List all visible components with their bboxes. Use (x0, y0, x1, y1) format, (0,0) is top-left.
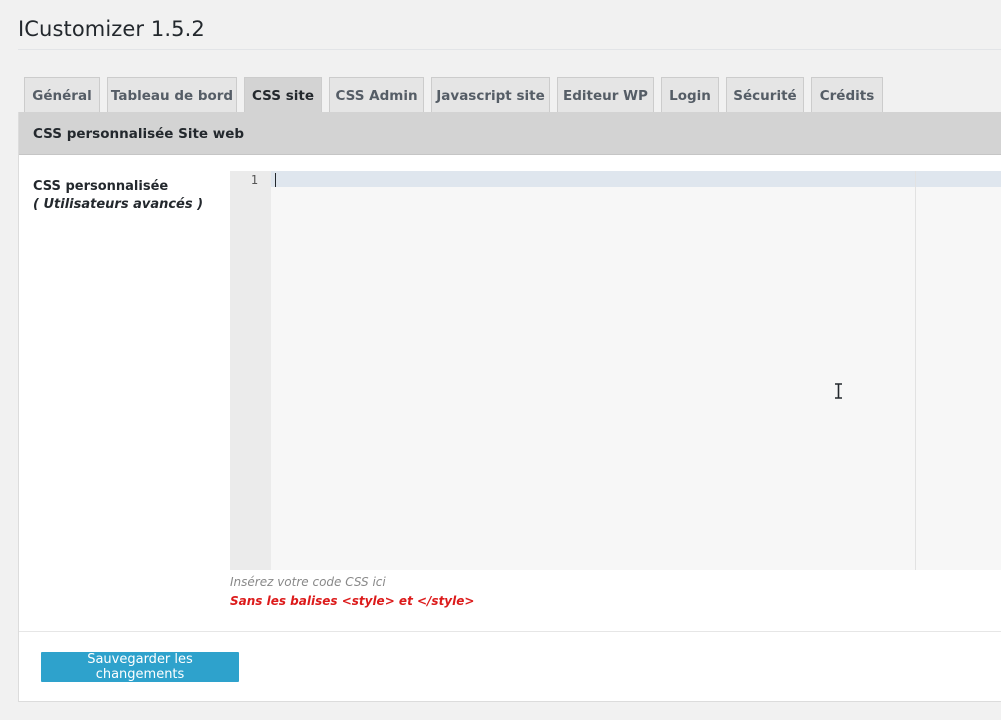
settings-panel: CSS personnalisée Site web CSS personnal… (18, 112, 1001, 702)
active-line-highlight (271, 171, 1001, 187)
tab-javascript-site[interactable]: Javascript site (431, 77, 550, 113)
tab-general[interactable]: Général (24, 77, 100, 113)
section-header: CSS personnalisée Site web (19, 112, 1001, 155)
editor-hint: Insérez votre code CSS ici (230, 575, 386, 589)
text-cursor-icon (835, 383, 842, 399)
tab-dashboard[interactable]: Tableau de bord (107, 77, 237, 113)
tab-bar: Général Tableau de bord CSS site CSS Adm… (24, 77, 883, 113)
css-code-editor[interactable]: 1 (230, 171, 1001, 570)
tab-securite[interactable]: Sécurité (726, 77, 804, 113)
tab-editeur-wp[interactable]: Editeur WP (557, 77, 654, 113)
editor-warning: Sans les balises <style> et </style> (230, 594, 475, 608)
page-title: ICustomizer 1.5.2 (18, 17, 205, 41)
line-number: 1 (250, 173, 258, 187)
field-label: CSS personnalisée ( Utilisateurs avancés… (33, 178, 203, 214)
field-label-text: CSS personnalisée (33, 179, 169, 194)
footer-divider (19, 631, 1001, 632)
section-title: CSS personnalisée Site web (33, 126, 245, 142)
print-margin (915, 171, 916, 570)
editor-gutter: 1 (230, 171, 271, 570)
save-changes-button[interactable]: Sauvegarder les changements (41, 652, 239, 682)
field-sublabel: ( Utilisateurs avancés ) (33, 197, 204, 212)
tab-credits[interactable]: Crédits (811, 77, 883, 113)
tab-login[interactable]: Login (661, 77, 719, 113)
tab-css-site[interactable]: CSS site (244, 77, 322, 113)
tab-css-admin[interactable]: CSS Admin (329, 77, 424, 113)
title-divider (18, 49, 1001, 50)
text-caret (275, 173, 276, 187)
